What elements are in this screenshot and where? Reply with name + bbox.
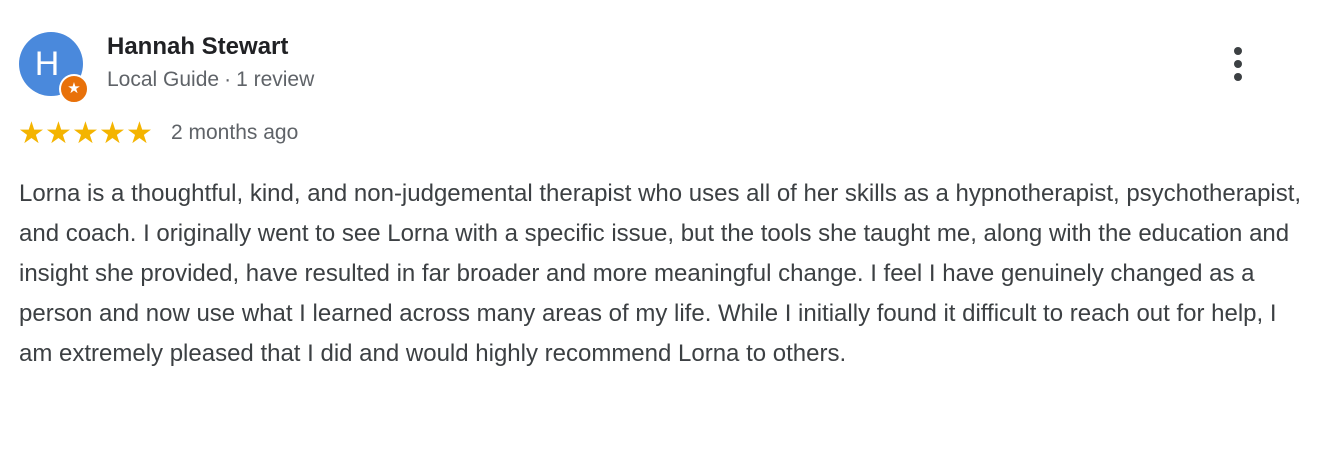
review-count: 1 review <box>236 68 315 91</box>
reviewer-meta: Local Guide · 1 review <box>107 68 314 92</box>
meta-separator: · <box>224 68 232 91</box>
menu-dot <box>1234 73 1242 81</box>
star-icon: ★ <box>18 117 45 150</box>
avatar-initial: H <box>34 45 60 83</box>
review-card: H ★ Hannah Stewart Local Guide · 1 review … <box>0 0 1322 454</box>
review-text: Lorna is a thoughtful, kind, and non-jud… <box>19 180 1302 367</box>
menu-dot <box>1234 60 1242 68</box>
review-date: 2 months ago <box>171 121 299 144</box>
menu-dot <box>1234 47 1242 55</box>
star-rating: ★★★★★ <box>18 118 153 150</box>
star-icon: ★ <box>45 117 72 150</box>
avatar[interactable]: H ★ <box>19 32 89 104</box>
local-guide-badge-icon: ★ <box>59 74 89 104</box>
local-guide-label: Local Guide <box>107 68 220 91</box>
star-icon: ★ <box>126 117 153 150</box>
star-icon: ★ <box>72 117 99 150</box>
more-options-icon[interactable] <box>1222 44 1254 84</box>
reviewer-name[interactable]: Hannah Stewart <box>107 33 288 61</box>
star-icon: ★ <box>99 117 126 150</box>
